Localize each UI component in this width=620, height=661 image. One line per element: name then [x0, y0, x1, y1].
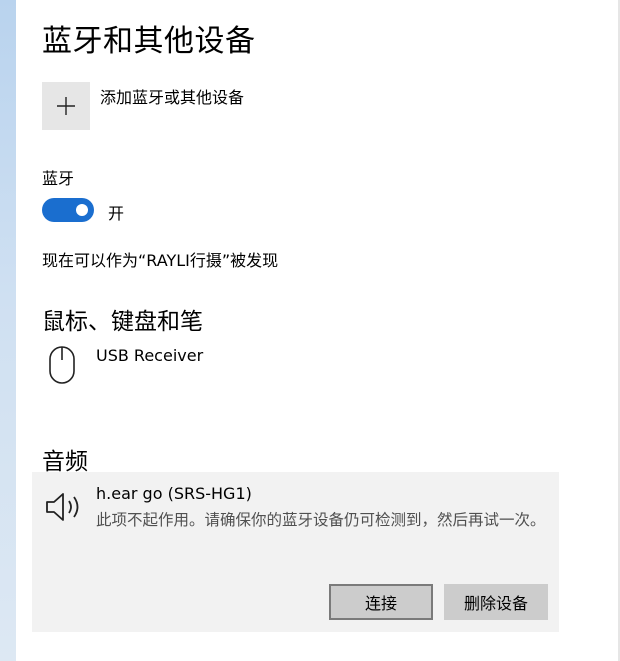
audio-device-panel[interactable]: h.ear go (SRS-HG1) 此项不起作用。请确保你的蓝牙设备仍可检测到…: [32, 472, 559, 632]
speaker-icon: [46, 493, 79, 521]
discoverable-text: 现在可以作为“RAYLI行摄”被发现: [42, 251, 279, 270]
mouse-keyboard-pen-heading: 鼠标、键盘和笔: [42, 309, 203, 335]
page-title: 蓝牙和其他设备: [42, 24, 256, 59]
device-name: USB Receiver: [96, 346, 204, 365]
add-device-label[interactable]: 添加蓝牙或其他设备: [100, 84, 244, 108]
mouse-icon: [49, 346, 75, 384]
connect-button[interactable]: 连接: [329, 584, 433, 620]
plus-icon: [57, 97, 75, 115]
remove-device-button[interactable]: 删除设备: [444, 584, 548, 620]
add-device-button[interactable]: [42, 82, 90, 130]
window-left-edge: [0, 0, 16, 661]
bluetooth-toggle-state: 开: [108, 204, 125, 223]
bluetooth-toggle[interactable]: [42, 198, 94, 222]
bluetooth-label: 蓝牙: [42, 169, 75, 188]
audio-heading: 音频: [42, 449, 88, 475]
device-error-message: 此项不起作用。请确保你的蓝牙设备仍可检测到，然后再试一次。: [96, 511, 546, 529]
toggle-knob: [76, 204, 88, 216]
device-name: h.ear go (SRS-HG1): [96, 484, 252, 503]
